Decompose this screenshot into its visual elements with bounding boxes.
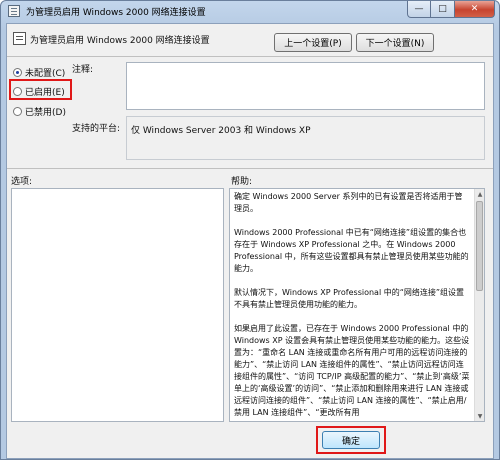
maximize-button[interactable]: □ bbox=[431, 1, 455, 18]
radio-button[interactable] bbox=[13, 107, 22, 116]
radio-button-selected[interactable] bbox=[13, 68, 22, 77]
window-title: 为管理员启用 Windows 2000 网络连接设置 bbox=[26, 8, 206, 18]
platform-label: 支持的平台: bbox=[72, 124, 121, 134]
comment-label: 注释: bbox=[72, 65, 94, 75]
radio-label-disabled: 已禁用(D) bbox=[25, 108, 66, 118]
help-paragraph: 默认情况下，Windows XP Professional 中的“网络连接”组设… bbox=[234, 288, 465, 309]
dialog-window: 为管理员启用 Windows 2000 网络连接设置 — □ ✕ 为管理员启用 … bbox=[0, 0, 500, 460]
help-text: 确定 Windows 2000 Server 系列中的已有设置是否将适用于管理员… bbox=[234, 191, 470, 421]
options-panel bbox=[11, 188, 224, 422]
radio-not-configured[interactable]: 未配置(C) bbox=[13, 66, 65, 79]
next-setting-button[interactable]: 下一个设置(N) bbox=[356, 33, 434, 52]
section-divider bbox=[7, 168, 493, 169]
radio-disabled[interactable]: 已禁用(D) bbox=[13, 105, 66, 118]
help-scrollbar[interactable]: ▲ ▼ bbox=[474, 189, 484, 421]
dialog-body: 为管理员启用 Windows 2000 网络连接设置 上一个设置(P) 下一个设… bbox=[6, 23, 494, 459]
comment-field[interactable] bbox=[126, 62, 485, 110]
close-button[interactable]: ✕ bbox=[455, 1, 495, 18]
radio-label-not-configured: 未配置(C) bbox=[25, 69, 66, 79]
scroll-down-icon[interactable]: ▼ bbox=[475, 411, 484, 421]
policy-icon bbox=[8, 5, 20, 17]
title-bar[interactable]: 为管理员启用 Windows 2000 网络连接设置 — □ ✕ bbox=[1, 1, 499, 21]
options-label: 选项: bbox=[11, 177, 33, 187]
highlight-ok-button bbox=[316, 426, 386, 454]
help-paragraph: Windows 2000 Professional 中已有“网络连接”组设置的集… bbox=[234, 228, 469, 273]
help-panel[interactable]: 确定 Windows 2000 Server 系列中的已有设置是否将适用于管理员… bbox=[229, 188, 485, 422]
help-paragraph: 如果启用了此设置，已存在于 Windows 2000 Professional … bbox=[234, 324, 470, 417]
platform-field: 仅 Windows Server 2003 和 Windows XP bbox=[126, 116, 485, 160]
help-label: 帮助: bbox=[231, 177, 253, 187]
setting-icon bbox=[13, 32, 26, 45]
previous-setting-button[interactable]: 上一个设置(P) bbox=[274, 33, 352, 52]
highlight-enabled-option bbox=[9, 79, 72, 100]
platform-value: 仅 Windows Server 2003 和 Windows XP bbox=[131, 126, 311, 136]
scroll-thumb[interactable] bbox=[476, 201, 483, 291]
header-divider bbox=[7, 56, 493, 57]
scroll-up-icon[interactable]: ▲ bbox=[475, 189, 484, 199]
setting-title: 为管理员启用 Windows 2000 网络连接设置 bbox=[30, 36, 210, 46]
minimize-button[interactable]: — bbox=[407, 1, 431, 18]
help-paragraph: 确定 Windows 2000 Server 系列中的已有设置是否将适用于管理员… bbox=[234, 192, 463, 213]
caption-buttons: — □ ✕ bbox=[407, 1, 495, 19]
